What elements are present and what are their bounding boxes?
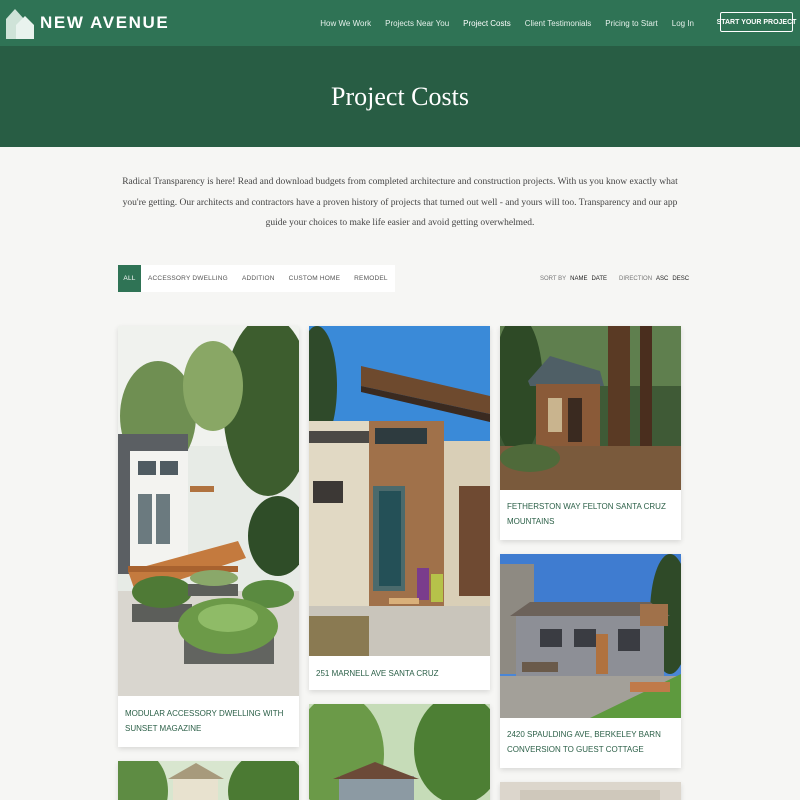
project-card[interactable]: 251 MARNELL AVE SANTA CRUZ xyxy=(309,326,490,690)
nav-log-in[interactable]: Log In xyxy=(672,19,694,28)
start-your-project-button[interactable]: START YOUR PROJECT xyxy=(717,12,796,32)
project-card[interactable] xyxy=(500,782,681,800)
nav-projects-near-you[interactable]: Projects Near You xyxy=(385,19,449,28)
sort-date-option[interactable]: DATE xyxy=(591,276,607,282)
direction-label: DIRECTION xyxy=(619,276,653,282)
nav-how-we-work[interactable]: How We Work xyxy=(320,19,371,28)
filter-custom-home[interactable]: CUSTOM HOME xyxy=(282,265,348,292)
project-title[interactable]: FETHERSTON WAY FELTON SANTA CRUZ MOUNTAI… xyxy=(507,500,674,529)
project-card[interactable]: FETHERSTON WAY FELTON SANTA CRUZ MOUNTAI… xyxy=(500,326,681,540)
filter-all[interactable]: ALL xyxy=(118,265,141,292)
top-navbar: NEW AVENUE How We Work Projects Near You… xyxy=(0,0,800,46)
logo[interactable]: NEW AVENUE xyxy=(6,6,169,40)
project-title[interactable]: 251 MARNELL AVE SANTA CRUZ xyxy=(316,667,483,682)
direction-asc-option[interactable]: ASC xyxy=(656,276,668,282)
project-photo xyxy=(309,326,490,656)
project-photo xyxy=(118,326,299,696)
project-card[interactable] xyxy=(309,704,490,800)
category-filter-bar: ALL ACCESSORY DWELLING ADDITION CUSTOM H… xyxy=(118,265,395,292)
brand-name: NEW AVENUE xyxy=(40,13,170,32)
project-photo xyxy=(309,704,490,800)
sort-by-label: SORT BY xyxy=(540,276,567,282)
project-photo xyxy=(500,554,681,718)
page-hero: Project Costs xyxy=(0,46,800,147)
filter-remodel[interactable]: REMODEL xyxy=(347,265,395,292)
sort-name-option[interactable]: NAME xyxy=(570,276,587,282)
project-title[interactable]: 2420 SPAULDING AVE, BERKELEY BARN CONVER… xyxy=(507,728,674,757)
project-title[interactable]: MODULAR ACCESSORY DWELLING WITH SUNSET M… xyxy=(125,707,292,736)
nav-project-costs[interactable]: Project Costs xyxy=(463,19,511,28)
filter-accessory-dwelling[interactable]: ACCESSORY DWELLING xyxy=(141,265,235,292)
project-photo xyxy=(118,761,299,800)
project-card[interactable]: MODULAR ACCESSORY DWELLING WITH SUNSET M… xyxy=(118,326,299,747)
direction-desc-option[interactable]: DESC xyxy=(672,276,689,282)
intro-paragraph: Radical Transparency is here! Read and d… xyxy=(122,177,678,228)
nav-pricing-to-start[interactable]: Pricing to Start xyxy=(605,19,657,28)
main-nav: How We Work Projects Near You Project Co… xyxy=(306,0,694,46)
project-card[interactable]: 2420 SPAULDING AVE, BERKELEY BARN CONVER… xyxy=(500,554,681,768)
filter-addition[interactable]: ADDITION xyxy=(235,265,282,292)
sort-controls: SORT BY NAME DATE DIRECTION ASC DESC xyxy=(540,276,689,282)
page-title: Project Costs xyxy=(331,81,469,111)
project-photo xyxy=(500,326,681,490)
project-card[interactable] xyxy=(118,761,299,800)
project-photo xyxy=(500,782,681,800)
house-logo-icon xyxy=(6,7,34,39)
nav-client-testimonials[interactable]: Client Testimonials xyxy=(525,19,592,28)
